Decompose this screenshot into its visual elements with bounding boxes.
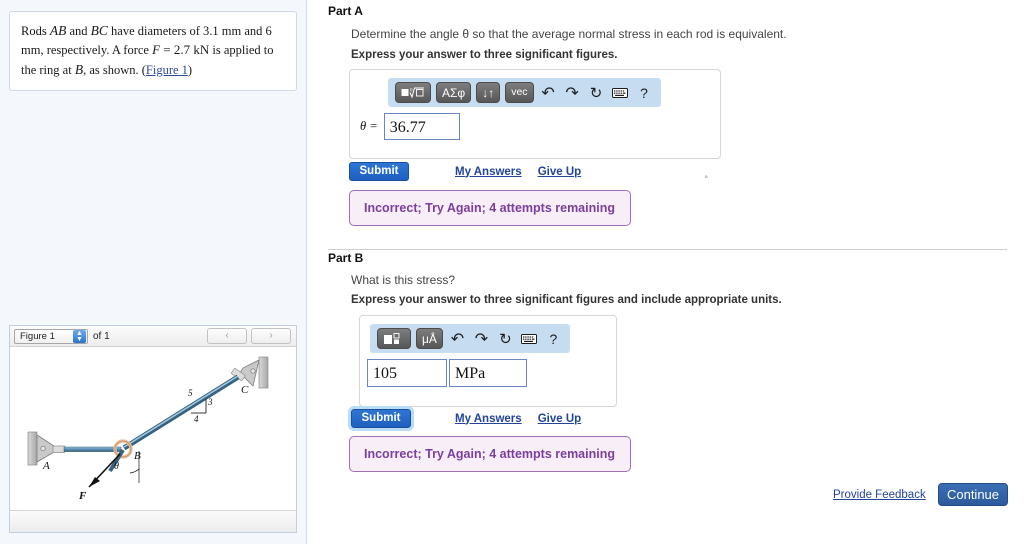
figure-next-button[interactable]: › — [251, 328, 291, 344]
theta-arc — [129, 468, 140, 474]
part-b-submit-row: Submit My Answers Give Up — [348, 406, 581, 431]
problem-line2-part2: is applied to — [209, 42, 274, 57]
left-panel: Rods AB and BC have diameters of 3.1 mm … — [0, 0, 307, 544]
part-a-answer-panel: 0 ΑΣφ ↓↑ vec ↶ ↷ ↻ ? θ = 36.77 ° — [349, 69, 721, 184]
part-a-answer-row: θ = 36.77 — [350, 107, 720, 147]
figure-1-link[interactable]: Figure 1 — [146, 63, 188, 77]
part-b-question: What is this stress? — [351, 273, 456, 287]
figure-label-a: A — [42, 460, 50, 472]
keyboard-icon[interactable] — [611, 83, 630, 102]
force-equation: F = 2.7 kN — [152, 41, 210, 57]
part-a-math-toolbar: 0 ΑΣφ ↓↑ vec ↶ ↷ ↻ ? — [388, 78, 661, 107]
value-unit-template-button[interactable] — [377, 328, 411, 349]
template-sqrt-icon: 0 — [401, 87, 424, 99]
part-b-math-toolbar: μÅ ↶ ↷ ↻ ? — [370, 324, 570, 353]
part-a-submit-button[interactable]: Submit — [349, 162, 409, 181]
part-divider — [328, 249, 1007, 250]
figure-image: 5 3 4 θ A B C F — [10, 347, 296, 510]
continue-button[interactable]: Continue — [938, 483, 1008, 506]
part-a-my-answers-link[interactable]: My Answers — [455, 166, 522, 178]
value-unit-template-icon — [384, 332, 400, 344]
part-a-feedback-message: Incorrect; Try Again; 4 attempts remaini… — [349, 190, 631, 226]
part-b-answer-row: 105 MPa — [360, 353, 616, 394]
figure-prev-button[interactable]: ‹ — [207, 328, 247, 344]
part-a-equation-label: θ = — [360, 119, 378, 133]
part-b-give-up-link[interactable]: Give Up — [538, 413, 581, 425]
triangle-label-3: 3 — [207, 397, 213, 407]
problem-statement-card: Rods AB and BC have diameters of 3.1 mm … — [9, 11, 297, 91]
rod-bc-label: BC — [90, 23, 108, 38]
figure-footer-bar — [10, 510, 296, 532]
chevron-updown-icon: ▲ ▼ — [73, 329, 86, 343]
reset-icon[interactable]: ↻ — [496, 329, 515, 348]
units-button[interactable]: μÅ — [416, 328, 443, 349]
figure-label-c: C — [241, 384, 249, 396]
part-a-question: Determine the angle θ so that the averag… — [351, 27, 787, 41]
truss-diagram-svg: 5 3 4 θ A B C F — [27, 356, 269, 502]
problem-line1-part3: have diameters of 3.1 mm and — [107, 24, 263, 38]
keyboard-glyph — [612, 87, 629, 98]
rod-ab — [52, 445, 122, 453]
figure-label-f: F — [78, 490, 87, 502]
greek-letters-button[interactable]: ΑΣφ — [436, 82, 472, 103]
problem-line3-part1: the ring at — [21, 62, 75, 77]
vector-button[interactable]: vec — [505, 82, 534, 103]
help-icon[interactable]: ? — [635, 83, 654, 102]
part-b-header: Part B — [328, 251, 364, 265]
part-a-answer-input[interactable]: 36.77 — [383, 113, 460, 140]
figure-select-value: Figure 1 — [20, 330, 55, 342]
point-b-label: B — [74, 61, 84, 77]
rod-bc — [122, 368, 246, 451]
reset-icon[interactable]: ↻ — [587, 83, 606, 102]
sub-superscript-button[interactable]: ↓↑ — [476, 82, 501, 103]
provide-feedback-link[interactable]: Provide Feedback — [833, 489, 926, 501]
problem-page: Rods AB and BC have diameters of 3.1 mm … — [0, 0, 1024, 544]
problem-statement-text: Rods AB and BC have diameters of 3.1 mm … — [21, 21, 285, 80]
figure-toolbar: Figure 1 ▲ ▼ of 1 ‹ › — [10, 326, 296, 347]
part-a-instruction: Express your answer to three significant… — [351, 49, 618, 61]
part-b-my-answers-link[interactable]: My Answers — [455, 413, 522, 425]
part-b-answer-panel: μÅ ↶ ↷ ↻ ? 105 MPa — [359, 315, 617, 407]
figure-label-b: B — [134, 450, 141, 462]
part-b-submit-button[interactable]: Submit — [348, 406, 414, 431]
problem-line1-part2: and — [66, 24, 91, 38]
figure-count-label: of 1 — [93, 330, 110, 342]
rod-ab-label: AB — [49, 23, 67, 38]
part-b-feedback-message: Incorrect; Try Again; 4 attempts remaini… — [349, 436, 631, 472]
triangle-label-4: 4 — [194, 414, 199, 424]
undo-icon[interactable]: ↶ — [448, 329, 467, 348]
problem-line3-part3: ) — [187, 62, 193, 77]
redo-icon[interactable]: ↷ — [472, 329, 491, 348]
part-a-header: Part A — [328, 4, 363, 18]
part-a-give-up-link[interactable]: Give Up — [538, 166, 581, 178]
part-b-answer-input[interactable]: 105 — [367, 359, 447, 387]
figure-theta-label: θ — [114, 461, 119, 472]
support-a — [27, 431, 55, 466]
undo-icon[interactable]: ↶ — [539, 83, 558, 102]
question-content: Part A Determine the angle θ so that the… — [307, 0, 1024, 544]
keyboard-icon[interactable] — [520, 329, 539, 348]
keyboard-glyph — [521, 333, 538, 344]
figure-panel: Figure 1 ▲ ▼ of 1 ‹ › 5 3 4 θ A B C F — [9, 325, 297, 533]
degree-unit-mark: ° — [704, 174, 708, 184]
figure-nav-group: ‹ › — [207, 328, 291, 344]
template-sqrt-button[interactable]: 0 — [395, 82, 431, 103]
triangle-label-5: 5 — [188, 388, 193, 398]
redo-icon[interactable]: ↷ — [563, 83, 582, 102]
part-b-instruction: Express your answer to three significant… — [351, 294, 782, 306]
part-b-units-input[interactable]: MPa — [449, 359, 527, 387]
figure-select-dropdown[interactable]: Figure 1 ▲ ▼ — [14, 328, 88, 344]
part-a-submit-row: Submit My Answers Give Up — [349, 162, 581, 181]
problem-line1-part1: Rods — [21, 24, 50, 38]
problem-line3-part2: , as shown. ( — [83, 62, 146, 77]
help-icon[interactable]: ? — [544, 329, 563, 348]
